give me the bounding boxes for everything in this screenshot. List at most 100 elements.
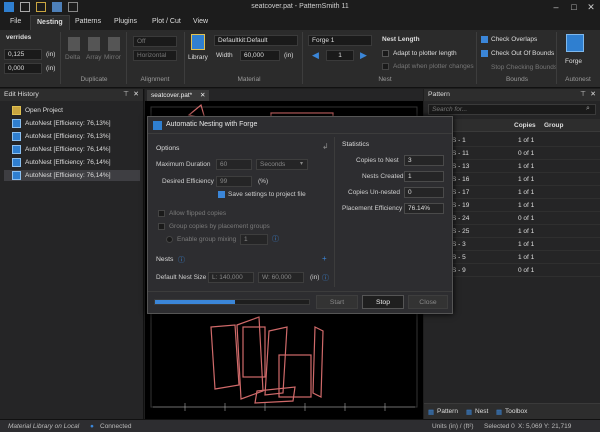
history-item[interactable]: AutoNest [Efficiency: 76,14%]	[4, 144, 140, 155]
history-item[interactable]: AutoNest [Efficiency: 76,13%]	[4, 131, 140, 142]
column-group[interactable]: Group	[544, 122, 564, 129]
help-icon[interactable]: ⓘ	[178, 255, 185, 265]
forge-icon[interactable]	[566, 34, 584, 52]
dialog-title-bar: Automatic Nesting with Forge	[148, 117, 452, 134]
autonest-icon	[12, 132, 21, 141]
close-icon[interactable]: ✕	[583, 1, 599, 13]
document-tab-bar: seatcover.pat* ✕	[145, 89, 423, 101]
override-field-2[interactable]: 0,000	[4, 63, 42, 74]
alignment-horizontal-select[interactable]: Horizontal	[133, 50, 177, 61]
stop-checking-button[interactable]: Stop Checking Bounds	[491, 64, 557, 71]
library-icon[interactable]	[191, 34, 205, 50]
history-item-selected[interactable]: AutoNest [Efficiency: 76,14%]	[4, 170, 140, 181]
history-item[interactable]: AutoNest [Efficiency: 76,13%]	[4, 118, 140, 129]
pattern-name: S - 9	[452, 267, 466, 274]
nest-page-input[interactable]: 1	[326, 50, 354, 61]
column-copies[interactable]: Copies	[514, 122, 536, 129]
pattern-copies: 1 of 1	[518, 228, 535, 235]
save-settings-icon[interactable]	[218, 191, 225, 198]
nest-name-select[interactable]: Forge 1	[308, 35, 372, 46]
alignment-off-select[interactable]: Off	[133, 36, 177, 47]
prev-nest-icon[interactable]: ◀	[312, 50, 319, 61]
menu-plot-cut[interactable]: Plot / Cut	[152, 18, 181, 25]
units-status[interactable]: Units (in) / (ft²)	[432, 423, 474, 430]
group-copies-checkbox[interactable]	[158, 223, 165, 230]
library-button[interactable]: Library	[188, 54, 208, 61]
width-input[interactable]: 60,000	[240, 50, 280, 61]
help-icon[interactable]: ⓘ	[272, 234, 279, 244]
pattern-name: S - 17	[452, 189, 470, 196]
reset-icon[interactable]: ↲	[322, 142, 329, 151]
autonest-group-label: Autonest	[565, 76, 591, 83]
nests-title: Nests	[156, 256, 174, 263]
search-icon[interactable]: ⌕	[586, 105, 590, 113]
menu-plugins[interactable]: Plugins	[114, 18, 137, 25]
add-icon[interactable]: +	[322, 254, 327, 263]
selected-status: Selected 0	[484, 423, 515, 430]
maximize-icon[interactable]: □	[566, 1, 582, 13]
pattern-search-input[interactable]: Search for...	[428, 104, 596, 115]
autonest-icon	[12, 145, 21, 154]
tab-nest[interactable]: Nest	[475, 408, 488, 415]
menu-view[interactable]: View	[193, 18, 208, 25]
pattern-name: S - 19	[452, 202, 470, 209]
tab-close-icon[interactable]: ✕	[200, 92, 205, 99]
minimize-icon[interactable]: –	[548, 1, 564, 13]
history-item[interactable]: AutoNest [Efficiency: 76,14%]	[4, 157, 140, 168]
pattern-tab-icon: ▦	[428, 409, 435, 416]
enable-mixing-radio[interactable]	[166, 236, 173, 243]
delta-button[interactable]: Delta	[65, 54, 80, 61]
pattern-name: S - 5	[452, 254, 466, 261]
desired-eff-unit: (%)	[258, 178, 269, 185]
edit-history-header: Edit History ⊤ ✕	[0, 89, 143, 101]
mirror-icon[interactable]	[108, 37, 120, 51]
tab-toolbox[interactable]: Toolbox	[505, 408, 527, 415]
menu-file[interactable]: File	[10, 18, 21, 25]
nest-width-input[interactable]: W: 60,000	[258, 272, 304, 283]
stop-button[interactable]: Stop	[362, 295, 404, 309]
panel-close-icon[interactable]: ✕	[133, 90, 139, 98]
adapt-length-checkbox[interactable]	[382, 50, 389, 57]
panel-close-icon[interactable]: ✕	[590, 90, 596, 98]
edit-history-title: Edit History	[4, 91, 39, 98]
desired-eff-label: Desired Efficiency	[162, 178, 214, 185]
pattern-panel-header: Pattern ⊤ ✕	[424, 89, 600, 101]
forge-button[interactable]: Forge	[565, 58, 582, 65]
mirror-button[interactable]: Mirror	[104, 54, 121, 61]
help-icon[interactable]: ⓘ	[322, 273, 329, 283]
adapt-changes-checkbox[interactable]	[382, 63, 389, 70]
history-item[interactable]: Open Project	[4, 105, 140, 116]
pin-icon[interactable]: ⊤	[580, 90, 586, 98]
group-copies-label: Group copies by placement groups	[169, 223, 270, 230]
tab-pattern[interactable]: Pattern	[437, 408, 458, 415]
pattern-name: S - 25	[452, 228, 470, 235]
group-mixing-input[interactable]: 1	[240, 234, 268, 245]
close-button[interactable]: Close	[408, 295, 448, 309]
nest-length-label: Nest Length	[382, 36, 420, 43]
max-duration-input[interactable]: 60	[216, 159, 252, 170]
array-button[interactable]: Array	[86, 54, 102, 61]
statistics-title: Statistics	[342, 141, 370, 148]
pin-icon[interactable]: ⊤	[123, 90, 129, 98]
menu-patterns[interactable]: Patterns	[75, 18, 101, 25]
delta-icon[interactable]	[68, 37, 80, 51]
menu-nesting[interactable]: Nesting	[30, 15, 70, 30]
forge-icon	[153, 121, 162, 130]
pattern-copies: 1 of 1	[518, 137, 535, 144]
start-button[interactable]: Start	[316, 295, 358, 309]
array-icon[interactable]	[88, 37, 100, 51]
document-tab[interactable]: seatcover.pat* ✕	[147, 90, 210, 101]
next-nest-icon[interactable]: ▶	[360, 50, 367, 61]
nest-length-input[interactable]: L: 140,000	[208, 272, 254, 283]
allow-flipped-checkbox[interactable]	[158, 210, 165, 217]
desired-eff-input[interactable]: 99	[216, 176, 252, 187]
check-overlaps-button[interactable]: Check Overlaps	[491, 36, 537, 43]
pattern-name: S - 1	[452, 137, 466, 144]
menu-bar: File Nesting Patterns Plugins Plot / Cut…	[0, 15, 600, 30]
check-out-of-bounds-button[interactable]: Check Out Of Bounds	[491, 50, 554, 57]
material-group-label: Material	[237, 76, 261, 83]
adapt-length-label: Adapt to plotter length	[393, 50, 457, 57]
material-select[interactable]: Defaultkit:Default	[214, 35, 298, 46]
override-field-1[interactable]: 0,125	[4, 49, 42, 60]
pattern-copies: 1 of 1	[518, 202, 535, 209]
